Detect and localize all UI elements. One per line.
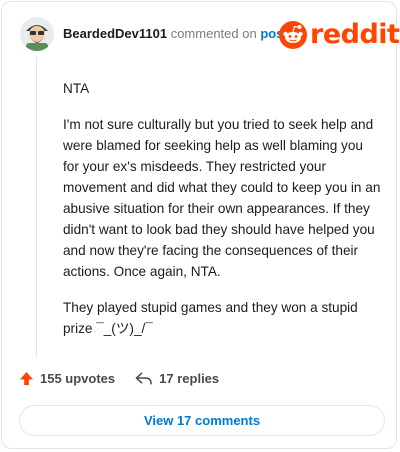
comment-card: BeardedDev1101 commented on post reddit … (1, 1, 400, 449)
avatar[interactable] (20, 17, 54, 51)
reddit-logo[interactable]: reddit (279, 19, 400, 50)
action-text: commented on (170, 26, 257, 41)
reply-icon[interactable] (135, 372, 152, 386)
upvote-count: 155 upvotes (40, 371, 116, 386)
comment-header: BeardedDev1101 commented on post (63, 26, 288, 42)
comment-paragraph: They played stupid games and they won a … (63, 300, 358, 336)
thread-line (36, 57, 37, 357)
reddit-snoo-icon (279, 21, 307, 49)
comment-footer: 155 upvotes 17 replies (19, 371, 219, 386)
view-comments-button[interactable]: View 17 comments (19, 405, 385, 436)
avatar-icon (20, 17, 54, 51)
comment-paragraph: NTA (63, 81, 90, 96)
reddit-wordmark: reddit (310, 19, 400, 50)
reply-count[interactable]: 17 replies (159, 371, 219, 386)
comment-paragraph: I'm not sure culturally but you tried to… (63, 117, 381, 279)
upvote-arrow-icon[interactable] (19, 371, 34, 386)
comment-body: NTA I'm not sure culturally but you trie… (63, 78, 381, 354)
username-link[interactable]: BeardedDev1101 (63, 26, 167, 41)
